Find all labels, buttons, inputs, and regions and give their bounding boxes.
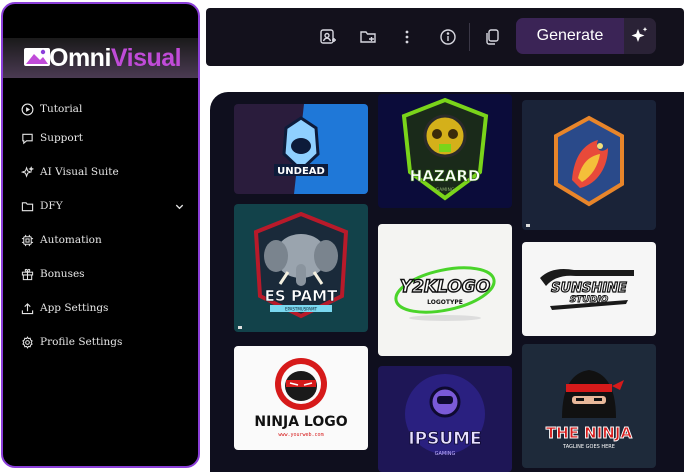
toolbar-divider	[469, 23, 470, 51]
sidebar-item-support[interactable]: Support	[21, 127, 191, 149]
sidebar-item-ai-visual-suite[interactable]: AI Visual Suite	[21, 161, 191, 183]
sidebar-item-label: Tutorial	[40, 103, 83, 115]
sidebar-item-label: AI Visual Suite	[40, 166, 119, 178]
brand-header: OmniVisual	[3, 38, 198, 78]
svg-text:EPASTMUSPAMT: EPASTMUSPAMT	[285, 307, 318, 312]
svg-text:THE NINJA: THE NINJA	[546, 424, 633, 442]
logo-card-hazard[interactable]: HAZARD GAMING	[378, 94, 512, 208]
sidebar-item-label: Bonuses	[40, 268, 85, 280]
logo-card-elephant[interactable]: ES PAMT EPASTMUSPAMT	[234, 204, 368, 332]
sidebar-item-tutorial[interactable]: Tutorial	[21, 98, 191, 120]
svg-text:HAZARD: HAZARD	[410, 167, 481, 185]
sidebar-item-label: DFY	[40, 200, 63, 212]
logo-card-sunshine[interactable]: SUNSHINE STUDIO	[522, 242, 656, 336]
svg-text:IPSUME: IPSUME	[408, 429, 481, 449]
svg-text:SUNSHINE: SUNSHINE	[551, 281, 627, 296]
sidebar-item-label: Support	[40, 132, 83, 144]
upload-icon	[21, 302, 34, 314]
svg-text:GAMING: GAMING	[436, 187, 455, 193]
play-circle-icon	[21, 103, 34, 115]
sidebar-item-label: App Settings	[40, 302, 109, 314]
gear-icon	[22, 335, 33, 349]
svg-text:www.yourweb.com: www.yourweb.com	[278, 432, 323, 438]
generate-button[interactable]: Generate	[516, 18, 624, 54]
sparkles-icon	[631, 27, 648, 42]
sidebar: OmniVisual Tutorial Support AI Visual Su…	[1, 2, 200, 468]
info-icon[interactable]	[439, 28, 457, 46]
chevron-down-icon[interactable]	[174, 201, 185, 212]
svg-text:GAMING: GAMING	[435, 451, 456, 457]
svg-text:Y2KLOGO: Y2KLOGO	[400, 277, 490, 297]
brand-name: OmniVisual	[49, 44, 182, 72]
chat-bubble-icon	[22, 133, 33, 144]
folder-icon	[21, 201, 34, 211]
logo-card-the-ninja[interactable]: THE NINJA TAGLINE GOES HERE	[522, 344, 656, 468]
logo-card-undead[interactable]: UNDEAD	[234, 104, 368, 194]
svg-text:NINJA LOGO: NINJA LOGO	[254, 414, 347, 430]
logo-card-ipsume[interactable]: IPSUME GAMING	[378, 366, 512, 472]
svg-text:TAGLINE GOES HERE: TAGLINE GOES HERE	[562, 444, 615, 450]
image-user-icon[interactable]	[319, 28, 337, 46]
generate-options-button[interactable]	[624, 18, 656, 54]
sidebar-item-app-settings[interactable]: App Settings	[21, 297, 191, 319]
cpu-icon	[21, 234, 34, 246]
sidebar-item-bonuses[interactable]: Bonuses	[21, 263, 191, 285]
sidebar-item-profile-settings[interactable]: Profile Settings	[21, 331, 191, 353]
svg-text:ES PAMT: ES PAMT	[265, 287, 338, 305]
brand-logo-icon	[24, 48, 50, 66]
sidebar-item-label: Profile Settings	[40, 336, 123, 348]
svg-text:UNDEAD: UNDEAD	[277, 166, 325, 177]
copy-icon[interactable]	[483, 28, 501, 46]
logo-card-y2klogo[interactable]: Y2KLOGO LOGOTYPE	[378, 224, 512, 356]
top-toolbar: Generate	[206, 8, 684, 66]
sidebar-item-dfy[interactable]: DFY	[21, 195, 191, 217]
sparkles-icon	[21, 165, 34, 178]
svg-text:LOGOTYPE: LOGOTYPE	[427, 299, 463, 306]
logo-card-phoenix[interactable]	[522, 100, 656, 230]
folder-save-icon[interactable]	[359, 28, 377, 46]
sidebar-item-automation[interactable]: Automation	[21, 229, 191, 251]
logo-card-ninja-logo[interactable]: NINJA LOGO www.yourweb.com	[234, 346, 368, 450]
more-vertical-icon[interactable]	[398, 28, 416, 46]
logo-gallery: UNDEAD HAZARD GAMING ES PAMT EPASTMUSPAM…	[210, 92, 684, 472]
sidebar-item-label: Automation	[40, 234, 102, 246]
gift-icon	[21, 268, 34, 280]
